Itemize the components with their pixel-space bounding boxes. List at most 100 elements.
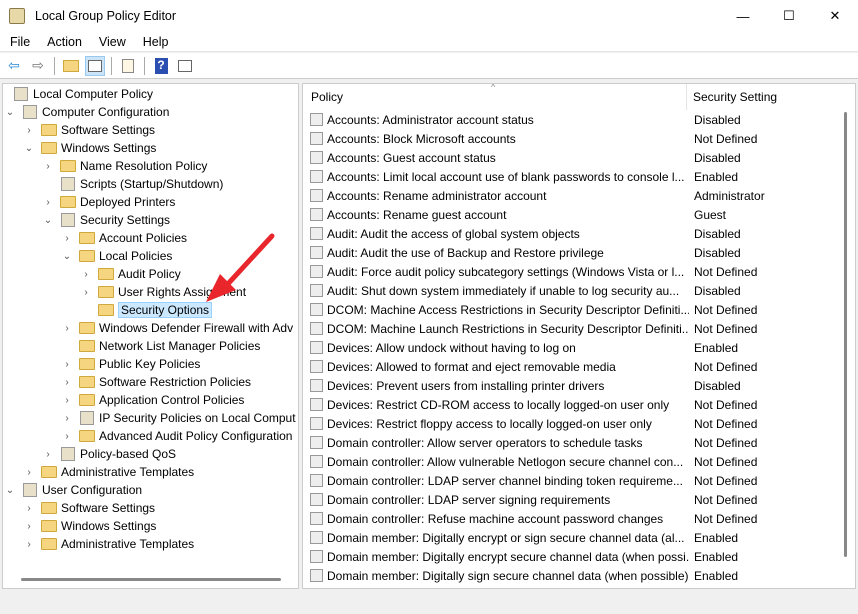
tree-item[interactable]: › Administrative Templates (23, 535, 194, 553)
table-row[interactable]: DCOM: Machine Access Restrictions in Sec… (303, 300, 837, 319)
security-setting-value: Not Defined (694, 454, 758, 469)
tree-item[interactable]: ⌄ User Configuration (4, 481, 142, 499)
tree-item[interactable]: › Public Key Policies (61, 355, 200, 373)
tree-item[interactable]: › IP Security Policies on Local Comput (61, 409, 296, 427)
menu-view[interactable]: View (89, 35, 133, 49)
show-action-pane-icon[interactable] (175, 56, 195, 76)
table-row[interactable]: Domain controller: Allow vulnerable Netl… (303, 452, 837, 471)
table-row[interactable]: Domain member: Digitally sign secure cha… (303, 566, 837, 585)
close-button[interactable]: ✕ (812, 0, 858, 32)
table-row[interactable]: Audit: Audit the use of Backup and Resto… (303, 243, 837, 262)
tree-item[interactable]: › User Rights Assignment (80, 283, 246, 301)
chevron-right-icon[interactable]: › (61, 323, 73, 334)
chevron-right-icon[interactable]: › (42, 161, 54, 172)
chevron-right-icon[interactable]: › (23, 125, 35, 136)
table-row[interactable]: Domain controller: Refuse machine accoun… (303, 509, 837, 528)
table-row[interactable]: Accounts: Rename guest account Guest (303, 205, 837, 224)
chevron-right-icon[interactable]: › (23, 521, 35, 532)
table-row[interactable]: Domain member: Digitally encrypt secure … (303, 547, 837, 566)
back-icon[interactable]: ⇦ (4, 56, 24, 76)
tree-item[interactable]: › Software Settings (23, 499, 155, 517)
tree-item[interactable]: ⌄ Windows Settings (23, 139, 157, 157)
tree-item-label: Security Options (118, 302, 213, 318)
chevron-down-icon[interactable]: ⌄ (61, 251, 73, 262)
chevron-down-icon[interactable]: ⌄ (4, 107, 16, 118)
policy-setting-icon (310, 132, 323, 145)
table-row[interactable]: Accounts: Block Microsoft accounts Not De… (303, 129, 837, 148)
horizontal-scrollbar[interactable] (21, 578, 281, 581)
tree-item[interactable]: Network List Manager Policies (61, 337, 260, 355)
table-row[interactable]: Devices: Restrict floppy access to local… (303, 414, 837, 433)
tree-item[interactable]: › Administrative Templates (23, 463, 194, 481)
tree-item[interactable]: › Name Resolution Policy (42, 157, 207, 175)
chevron-right-icon[interactable]: › (61, 395, 73, 406)
tree-item[interactable]: Scripts (Startup/Shutdown) (42, 175, 223, 193)
tree-item[interactable]: Security Options (80, 301, 213, 319)
menu-action[interactable]: Action (37, 35, 89, 49)
table-row[interactable]: Audit: Audit the access of global system… (303, 224, 837, 243)
tree-item[interactable]: › Software Restriction Policies (61, 373, 251, 391)
table-row[interactable]: Audit: Force audit policy subcategory se… (303, 262, 837, 281)
tree-item[interactable]: › Application Control Policies (61, 391, 244, 409)
chevron-right-icon[interactable]: › (80, 287, 92, 298)
chevron-right-icon[interactable]: › (23, 467, 35, 478)
table-row[interactable]: Devices: Allowed to format and eject rem… (303, 357, 837, 376)
tree-item[interactable]: › Account Policies (61, 229, 187, 247)
tree-item[interactable]: ⌄ Local Policies (61, 247, 173, 265)
minimize-button[interactable]: — (720, 0, 766, 32)
vertical-scrollbar[interactable] (837, 84, 855, 588)
table-row[interactable]: Audit: Shut down system immediately if u… (303, 281, 837, 300)
export-list-icon[interactable] (118, 56, 138, 76)
chevron-right-icon[interactable]: › (61, 413, 73, 424)
tree-item-label: Computer Configuration (42, 105, 170, 119)
forward-icon[interactable]: ⇨ (28, 56, 48, 76)
menu-help[interactable]: Help (133, 35, 176, 49)
chevron-down-icon[interactable]: ⌄ (42, 215, 54, 226)
table-row[interactable]: Devices: Allow undock without having to … (303, 338, 837, 357)
column-header-security-setting[interactable]: Security Setting (687, 90, 777, 104)
table-row[interactable]: Domain controller: LDAP server channel b… (303, 471, 837, 490)
chevron-down-icon[interactable]: ⌄ (4, 485, 16, 496)
chevron-right-icon[interactable]: › (61, 359, 73, 370)
chevron-right-icon[interactable]: › (61, 233, 73, 244)
chevron-right-icon[interactable]: › (61, 377, 73, 388)
menu-bar: File Action View Help (0, 32, 858, 52)
table-row[interactable]: Devices: Prevent users from installing p… (303, 376, 837, 395)
chevron-right-icon[interactable]: › (42, 449, 54, 460)
chevron-right-icon[interactable]: › (61, 431, 73, 442)
chevron-down-icon[interactable]: ⌄ (23, 143, 35, 154)
tree-item[interactable]: Local Computer Policy (3, 85, 153, 103)
chevron-right-icon[interactable]: › (23, 503, 35, 514)
table-row[interactable]: Accounts: Administrator account status Di… (303, 110, 837, 129)
chevron-right-icon[interactable]: › (80, 269, 92, 280)
tree-item[interactable]: › Advanced Audit Policy Configuration (61, 427, 292, 445)
table-row[interactable]: Domain member: Digitally encrypt or sign… (303, 528, 837, 547)
tree-item[interactable]: › Software Settings (23, 121, 155, 139)
maximize-button[interactable]: ☐ (766, 0, 812, 32)
policy-icon (61, 213, 75, 227)
tree-item[interactable]: › Windows Settings (23, 517, 156, 535)
tree-item[interactable]: › Windows Defender Firewall with Adv (61, 319, 293, 337)
table-row[interactable]: DCOM: Machine Launch Restrictions in Sec… (303, 319, 837, 338)
tree-item[interactable]: ⌄ Computer Configuration (4, 103, 169, 121)
tree-item[interactable]: › Deployed Printers (42, 193, 175, 211)
show-hide-tree-icon[interactable] (85, 55, 105, 76)
table-row[interactable]: Devices: Restrict CD-ROM access to local… (303, 395, 837, 414)
column-header-policy[interactable]: Policy ^ (303, 84, 687, 110)
table-row[interactable]: Accounts: Limit local account use of bla… (303, 167, 837, 186)
tree-item[interactable]: › Audit Policy (80, 265, 180, 283)
help-icon[interactable]: ? (151, 56, 171, 76)
policy-setting-icon (310, 151, 323, 164)
up-folder-icon[interactable] (61, 56, 81, 76)
status-bar (0, 590, 858, 614)
menu-file[interactable]: File (0, 35, 37, 49)
table-row[interactable]: Domain controller: LDAP server signing r… (303, 490, 837, 509)
table-row[interactable]: Accounts: Rename administrator account Ad… (303, 186, 837, 205)
table-row[interactable]: Accounts: Guest account status Disabled (303, 148, 837, 167)
chevron-right-icon[interactable]: › (42, 197, 54, 208)
tree-item[interactable]: › Policy-based QoS (42, 445, 176, 463)
chevron-right-icon[interactable]: › (23, 539, 35, 550)
table-row[interactable]: Domain controller: Allow server operator… (303, 433, 837, 452)
tree-item[interactable]: ⌄ Security Settings (42, 211, 170, 229)
policy-icon (23, 483, 37, 497)
